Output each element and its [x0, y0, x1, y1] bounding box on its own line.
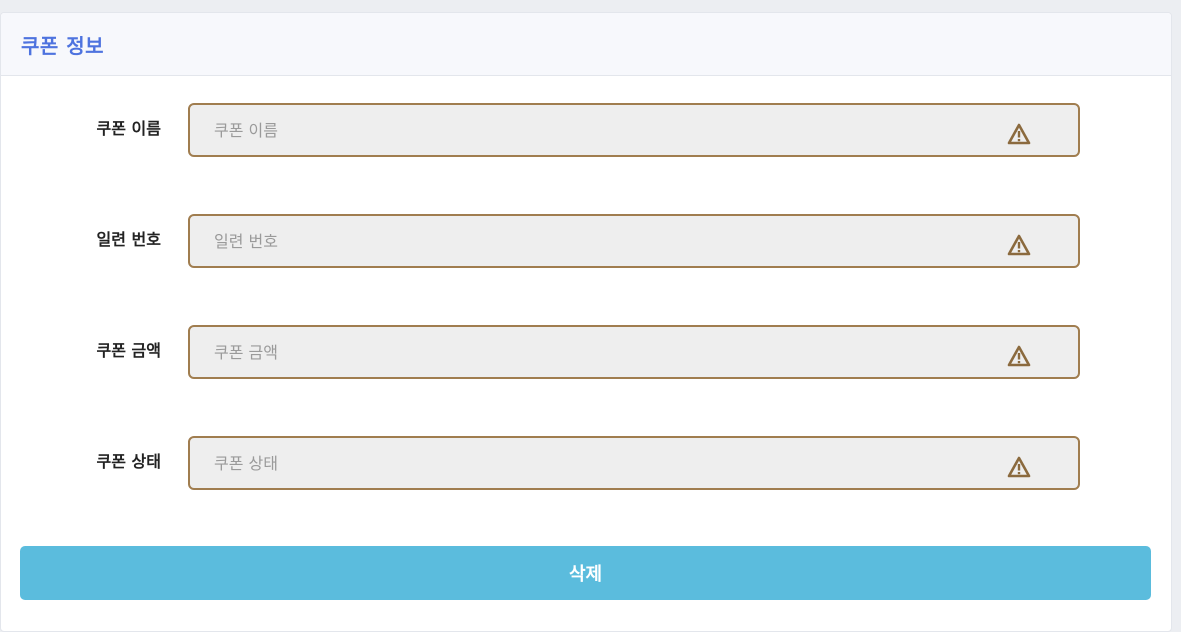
coupon-name-input[interactable] — [190, 105, 1078, 155]
delete-button[interactable]: 삭제 — [20, 546, 1151, 600]
form-row-serial-number: 일련 번호 — [1, 213, 1173, 268]
coupon-status-input[interactable] — [190, 438, 1078, 488]
serial-number-input[interactable] — [190, 216, 1078, 266]
form-row-coupon-name: 쿠폰 이름 — [1, 102, 1173, 157]
coupon-amount-input[interactable] — [190, 327, 1078, 377]
coupon-status-label: 쿠폰 상태 — [96, 452, 161, 471]
warning-triangle-icon — [1007, 123, 1031, 145]
serial-number-label: 일련 번호 — [96, 230, 161, 249]
form-row-coupon-status: 쿠폰 상태 — [1, 435, 1173, 490]
warning-triangle-icon — [1007, 345, 1031, 367]
warning-triangle-icon — [1007, 234, 1031, 256]
coupon-info-card: 쿠폰 정보 쿠폰 이름 일련 번호 쿠폰 금액 — [0, 12, 1172, 632]
card-title: 쿠폰 정보 — [21, 33, 105, 58]
coupon-name-label: 쿠폰 이름 — [96, 119, 161, 138]
coupon-amount-field-wrap — [188, 325, 1080, 379]
serial-number-field-wrap — [188, 214, 1080, 268]
coupon-amount-label: 쿠폰 금액 — [96, 341, 161, 360]
warning-triangle-icon — [1007, 456, 1031, 478]
form-row-coupon-amount: 쿠폰 금액 — [1, 324, 1173, 379]
card-header: 쿠폰 정보 — [1, 13, 1171, 76]
coupon-name-field-wrap — [188, 103, 1080, 157]
coupon-status-field-wrap — [188, 436, 1080, 490]
